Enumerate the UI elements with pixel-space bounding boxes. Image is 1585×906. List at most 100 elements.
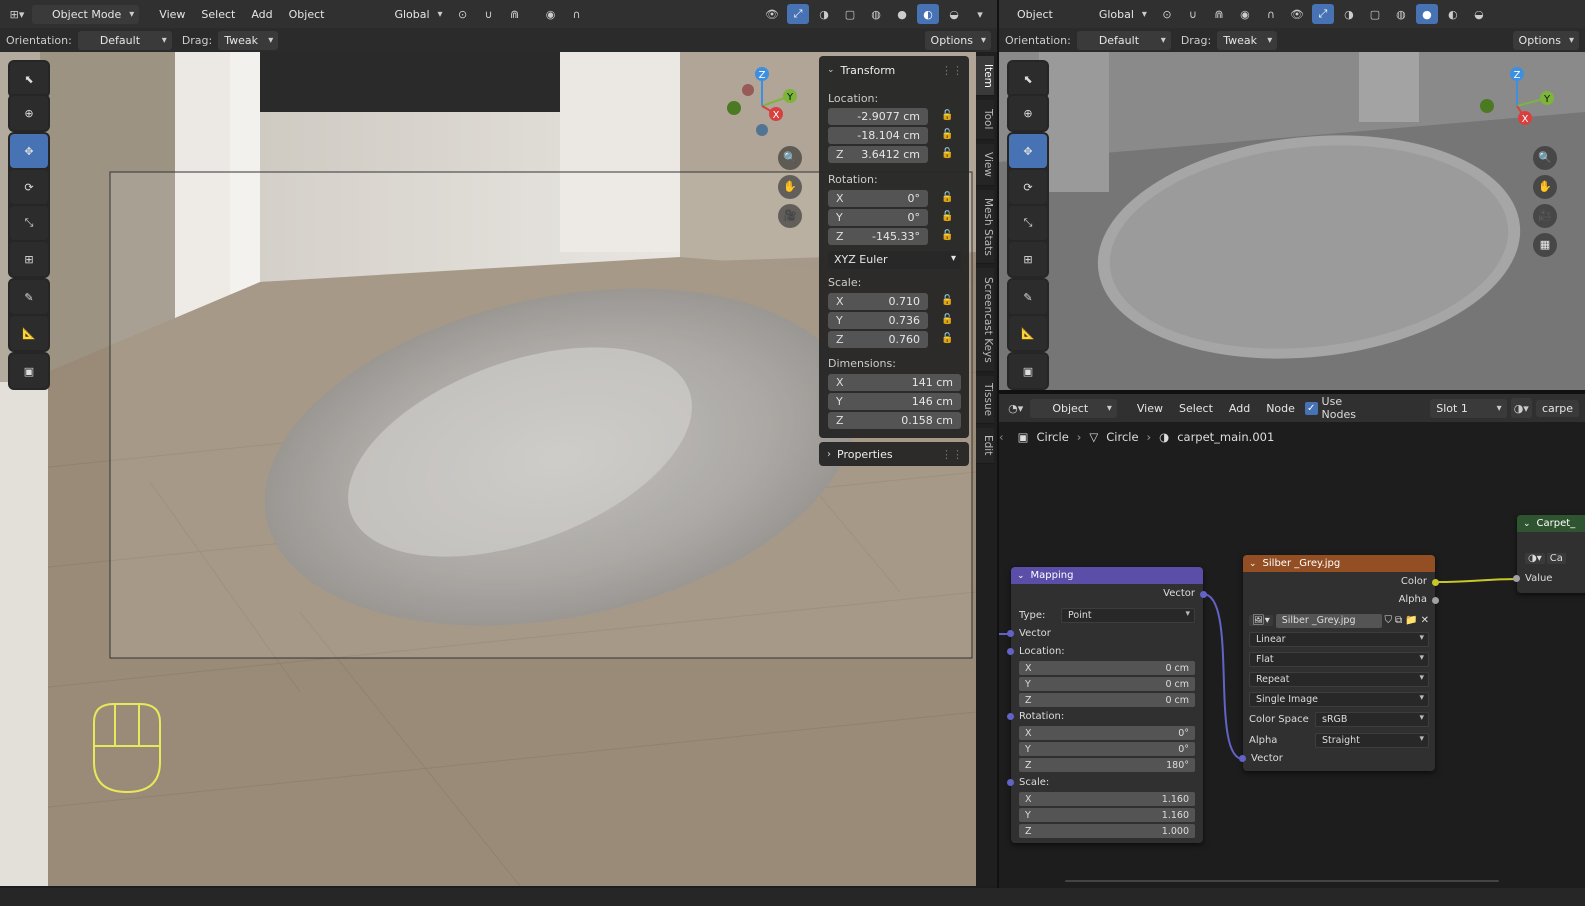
mapping-scale-x[interactable]: X 1.160 [1019,792,1195,806]
zoom-icon[interactable]: 🔍 [1533,146,1557,170]
gizmo-toggle-icon[interactable]: ⤢ [787,4,809,24]
editor-type-icon[interactable]: ⊞▾ [6,4,28,24]
scale-tool-icon[interactable]: ⤡ [1009,206,1047,240]
scale-x-field[interactable]: X 0.710 [828,293,928,310]
dimension-y-field[interactable]: Y 146 cm [828,393,961,410]
vector-output-socket[interactable] [1200,591,1207,598]
lock-icon[interactable]: 🔓 [941,129,955,143]
area-divider[interactable] [997,0,999,888]
location-x-field[interactable]: -2.9077 cm [828,108,928,125]
transform-tool-icon[interactable]: ⊞ [10,242,48,276]
transform-orientation-dropdown[interactable]: Global [1079,5,1152,24]
rotate-tool-icon[interactable]: ⟳ [1009,170,1047,204]
solid-shading-icon[interactable]: ● [1415,4,1438,24]
gizmo-toggle-icon[interactable]: ⤢ [1311,4,1334,24]
options-dropdown[interactable]: Options [1512,30,1579,50]
tab-tool[interactable]: Tool [976,100,994,140]
menu-select[interactable]: Select [1173,400,1219,417]
orientation-dropdown[interactable]: Default [77,30,172,50]
proportional-edit-icon[interactable]: ◉ [540,4,562,24]
properties-panel-header[interactable]: › Properties ⋮⋮ [819,442,969,466]
measure-tool-icon[interactable]: 📐 [10,316,48,350]
material-name-field[interactable]: carpe [1535,399,1579,417]
mapping-type-dropdown[interactable]: Point [1061,608,1195,623]
drag-handle-icon[interactable]: ⋮⋮ [941,64,963,77]
scale-z-field[interactable]: Z 0.760 [828,331,928,348]
wireframe-shading-icon[interactable]: ◍ [865,4,887,24]
shader-type-dropdown[interactable]: Object [1030,398,1117,418]
menu-view[interactable]: View [1131,400,1169,417]
mapping-node-header[interactable]: ⌄ Mapping [1011,567,1203,584]
transform-orientation-dropdown[interactable]: Global [374,5,447,24]
options-dropdown[interactable]: Options [924,30,991,50]
fake-user-icon[interactable]: ⛉ [1385,615,1393,626]
vector-input-socket[interactable] [1239,755,1246,762]
add-cube-tool-icon[interactable]: ▣ [1009,354,1047,388]
drag-dropdown[interactable]: Tweak [218,30,279,50]
location-input-socket[interactable] [1007,648,1014,655]
tab-tissue[interactable]: Tissue [976,376,994,424]
image-browse-icon[interactable]: 🖼▾ [1249,615,1273,626]
rotation-y-field[interactable]: Y 0° [828,209,928,226]
cursor-tool-icon[interactable]: ⊕ [10,96,48,130]
rotation-input-socket[interactable] [1007,713,1014,720]
mapping-node[interactable]: ⌄ Mapping Vector Type: Point Vector Loca… [1007,567,1207,843]
pan-hand-icon[interactable]: ✋ [778,175,802,199]
mapping-scale-z[interactable]: Z 1.000 [1019,824,1195,838]
color-space-dropdown[interactable]: sRGB [1315,712,1429,727]
rendered-shading-icon[interactable]: ◒ [943,4,965,24]
projection-dropdown[interactable]: Flat [1249,652,1429,667]
lock-icon[interactable]: 🔓 [941,211,955,225]
lock-icon[interactable]: 🔓 [941,192,955,206]
menu-object[interactable]: Object [283,6,331,23]
material-browse-icon[interactable]: ◑▾ [1510,398,1532,418]
source-dropdown[interactable]: Single Image [1249,692,1429,707]
use-nodes-checkbox[interactable]: ✓ [1304,401,1318,415]
alpha-mode-dropdown[interactable]: Straight [1315,733,1429,748]
horizontal-scrollbar[interactable] [1065,880,1499,882]
falloff-icon[interactable]: ∩ [1260,4,1282,24]
material-shading-icon[interactable]: ◐ [1442,4,1464,24]
tab-edit[interactable]: Edit [976,428,994,464]
perspective-grid-icon[interactable]: ▦ [1533,233,1557,257]
color-output-socket[interactable] [1432,579,1439,586]
wireframe-shading-icon[interactable]: ◍ [1390,4,1412,24]
add-cube-tool-icon[interactable]: ▣ [10,354,48,388]
pan-hand-icon[interactable]: ✋ [1533,175,1557,199]
measure-tool-icon[interactable]: 📐 [1009,316,1047,350]
snap-target-icon[interactable]: ⋒ [504,4,526,24]
mapping-rotation-x[interactable]: X 0° [1019,726,1195,740]
annotate-tool-icon[interactable]: ✎ [10,280,48,314]
select-box-tool-icon[interactable]: ⬉ [1009,62,1047,96]
falloff-icon[interactable]: ∩ [566,4,588,24]
select-box-tool-icon[interactable]: ⬉ [10,62,48,96]
interpolation-dropdown[interactable]: Linear [1249,632,1429,647]
mapping-scale-y[interactable]: Y 1.160 [1019,808,1195,822]
mapping-location-x[interactable]: X0 cm [1019,661,1195,675]
lock-icon[interactable]: 🔓 [941,314,955,328]
visibility-icon[interactable]: 👁 [1286,4,1308,24]
menu-view[interactable]: View [153,6,191,23]
menu-select[interactable]: Select [195,6,241,23]
menu-node[interactable]: Node [1260,400,1301,417]
scale-input-socket[interactable] [1007,779,1014,786]
lock-icon[interactable]: 🔓 [941,110,955,124]
tab-item[interactable]: Item [976,56,994,96]
drag-handle-icon[interactable]: ⋮⋮ [941,448,969,461]
lock-icon[interactable]: 🔓 [941,295,955,309]
camera-view-icon[interactable]: 🎥 [1533,204,1557,228]
xray-icon[interactable]: ▢ [839,4,861,24]
area-divider[interactable] [999,390,1585,394]
node-editor-canvas[interactable]: ‹ ▣ Circle › ▽ Circle › ◑ carpet_main.00… [999,422,1585,886]
location-y-field[interactable]: -18.104 cm [828,127,928,144]
carpet-group-node[interactable]: ⌄ Carpet_ ◑▾ Ca Value [1513,515,1585,593]
rotation-mode-dropdown[interactable]: XYZ Euler ▾ [828,251,961,269]
menu-add[interactable]: Add [245,6,278,23]
rotation-z-field[interactable]: Z -145.33° [828,228,928,245]
lock-icon[interactable]: 🔓 [941,333,955,347]
pivot-icon[interactable]: ⊙ [1156,4,1178,24]
snap-target-icon[interactable]: ⋒ [1208,4,1230,24]
value-input-socket[interactable] [1513,575,1520,582]
overlay-icon[interactable]: ◑ [813,4,835,24]
transform-panel-header[interactable]: ⌄ Transform ⋮⋮ [827,62,963,78]
